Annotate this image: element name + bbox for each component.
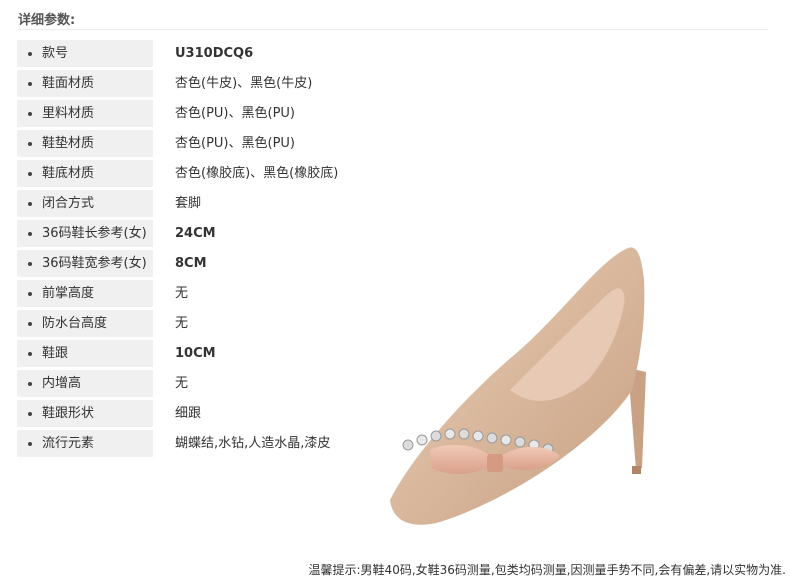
bullet-icon <box>28 262 32 266</box>
spec-label: 鞋垫材质 <box>42 136 95 151</box>
bullet-icon <box>28 382 32 386</box>
size-footnote: 温馨提示:男鞋40码,女鞋36码测量,包类均码测量,因测量手势不同,会有偏差,请… <box>308 563 786 577</box>
spec-label: 款号 <box>42 46 69 61</box>
bullet-icon <box>28 442 32 446</box>
bullet-icon <box>28 52 32 56</box>
spec-label-cell: 流行元素 <box>17 430 153 457</box>
spec-label: 闭合方式 <box>42 196 95 211</box>
spec-label: 鞋跟 <box>42 346 69 361</box>
spec-label-cell: 36码鞋长参考(女) <box>17 220 153 247</box>
spec-value: 蝴蝶结,水钻,人造水晶,漆皮 <box>175 436 331 451</box>
spec-label-cell: 鞋底材质 <box>17 160 153 187</box>
spec-label-cell: 鞋跟形状 <box>17 400 153 427</box>
spec-value: 杏色(橡胶底)、黑色(橡胶底) <box>175 166 339 181</box>
title-divider <box>18 29 768 30</box>
spec-label-cell: 前掌高度 <box>17 280 153 307</box>
spec-label: 36码鞋长参考(女) <box>42 226 147 241</box>
bullet-icon <box>28 202 32 206</box>
spec-value: 10CM <box>175 346 216 361</box>
spec-label: 前掌高度 <box>42 286 95 301</box>
spec-value: 套脚 <box>175 196 202 211</box>
spec-label: 流行元素 <box>42 436 95 451</box>
bullet-icon <box>28 322 32 326</box>
spec-label-cell: 款号 <box>17 40 153 67</box>
bullet-icon <box>28 172 32 176</box>
spec-value: 8CM <box>175 256 207 271</box>
spec-value: 无 <box>175 286 189 301</box>
spec-label-cell: 36码鞋宽参考(女) <box>17 250 153 277</box>
bullet-icon <box>28 352 32 356</box>
bullet-icon <box>28 292 32 296</box>
spec-label-cell: 鞋面材质 <box>17 70 153 97</box>
spec-value: 无 <box>175 376 189 391</box>
bullet-icon <box>28 142 32 146</box>
spec-value: 无 <box>175 316 189 331</box>
spec-label: 内增高 <box>42 376 82 391</box>
spec-label-cell: 防水台高度 <box>17 310 153 337</box>
bullet-icon <box>28 232 32 236</box>
spec-label-cell: 闭合方式 <box>17 190 153 217</box>
spec-label: 鞋底材质 <box>42 166 95 181</box>
spec-label: 里料材质 <box>42 106 95 121</box>
bullet-icon <box>28 82 32 86</box>
bullet-icon <box>28 112 32 116</box>
spec-label: 防水台高度 <box>42 316 108 331</box>
spec-value: 细跟 <box>175 406 202 421</box>
spec-label-cell: 内增高 <box>17 370 153 397</box>
spec-value: 杏色(PU)、黑色(PU) <box>175 136 295 151</box>
spec-value: 24CM <box>175 226 216 241</box>
heel-tip <box>632 466 641 474</box>
spec-label-cell: 鞋垫材质 <box>17 130 153 157</box>
shoe-product-image <box>390 247 646 525</box>
spec-label: 鞋面材质 <box>42 76 95 91</box>
spec-value: U310DCQ6 <box>175 46 254 61</box>
spec-value: 杏色(牛皮)、黑色(牛皮) <box>175 76 313 91</box>
spec-label: 鞋跟形状 <box>42 406 95 421</box>
bullet-icon <box>28 412 32 416</box>
section-title: 详细参数: <box>18 13 76 28</box>
spec-label-cell: 里料材质 <box>17 100 153 127</box>
spec-value: 杏色(PU)、黑色(PU) <box>175 106 295 121</box>
spec-label-cell: 鞋跟 <box>17 340 153 367</box>
spec-label: 36码鞋宽参考(女) <box>42 256 147 271</box>
